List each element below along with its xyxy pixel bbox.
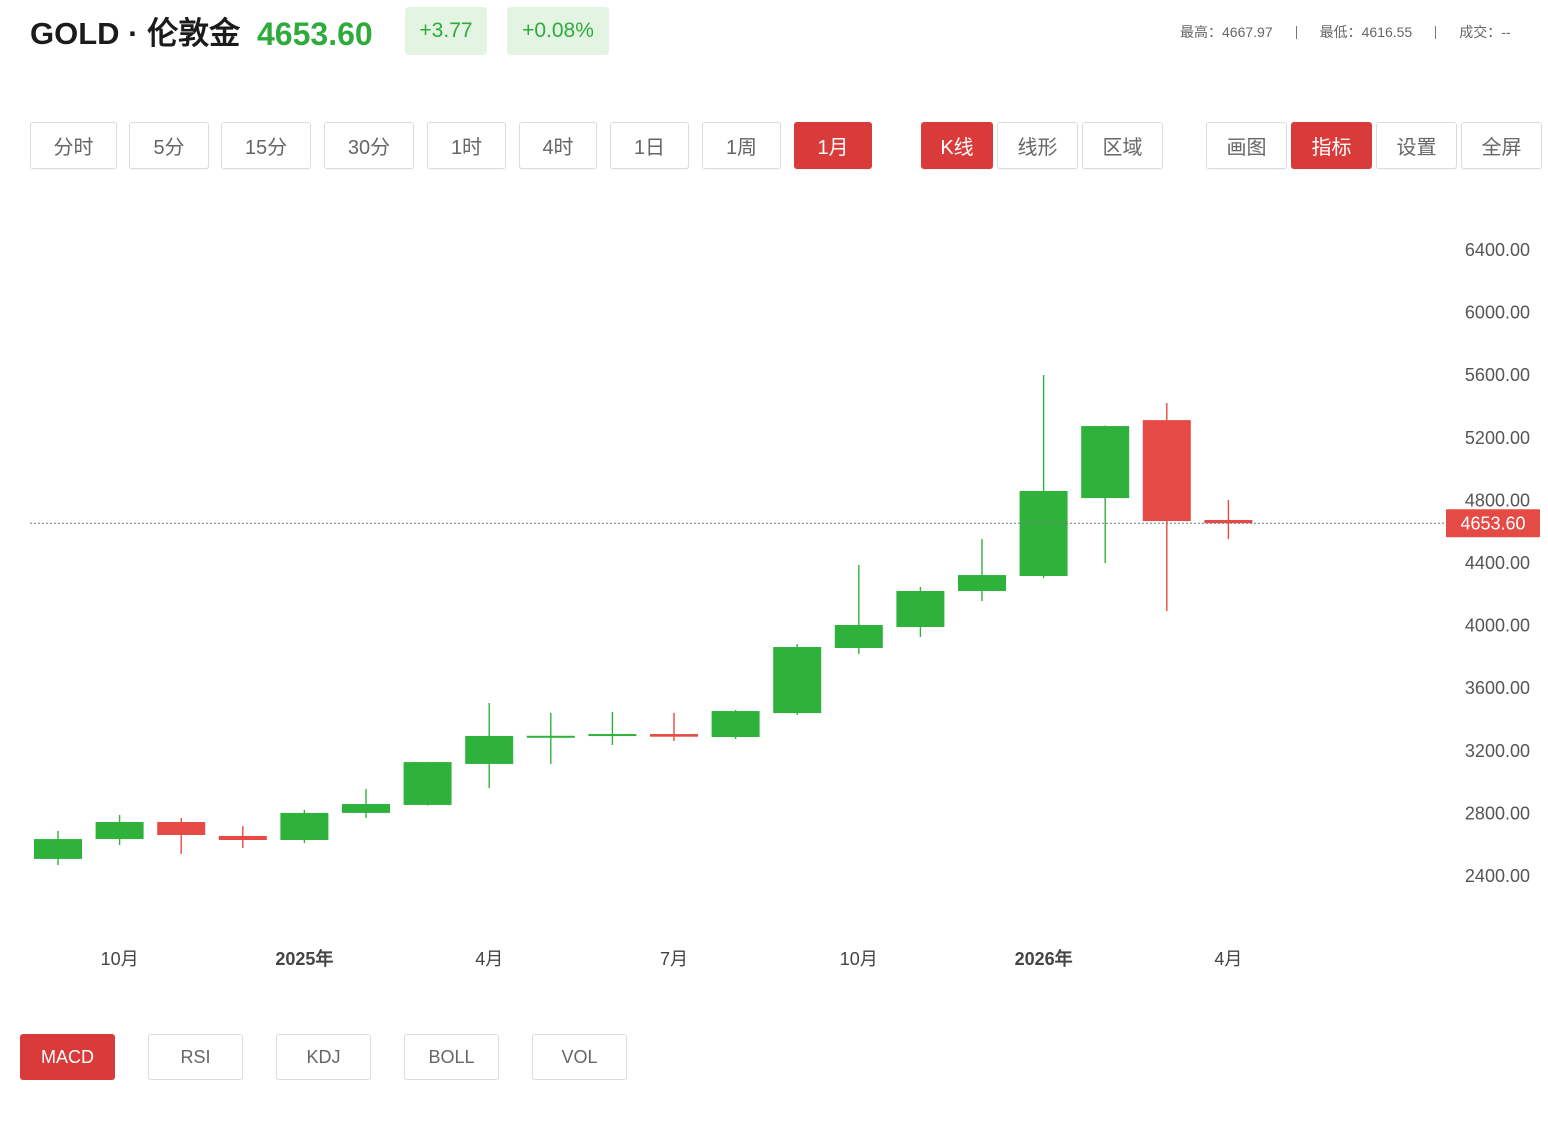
candle-body <box>1019 491 1068 576</box>
period-button-4h[interactable]: 4时 <box>519 122 597 169</box>
stat-volume-value: -- <box>1501 24 1511 40</box>
stat-low-label: 最低： <box>1319 24 1362 40</box>
stat-high-value: 4667.97 <box>1222 24 1273 40</box>
settings-button[interactable]: 设置 <box>1376 122 1457 169</box>
candle-body <box>526 735 575 738</box>
candle-body <box>218 835 267 841</box>
stat-volume-label: 成交： <box>1459 24 1502 40</box>
stat-volume: 成交：-- <box>1459 22 1510 42</box>
chart-type-area-button[interactable]: 区域 <box>1082 122 1163 169</box>
chart-type-line-button[interactable]: 线形 <box>997 122 1078 169</box>
period-button-timeshare[interactable]: 分时 <box>30 122 117 169</box>
price-stats: 最高：4667.97 最低：4616.55 成交：-- <box>1180 22 1511 42</box>
candle-body <box>896 591 945 628</box>
period-button-1w[interactable]: 1周 <box>702 122 781 169</box>
period-button-1d[interactable]: 1日 <box>610 122 689 169</box>
candle-body <box>773 647 822 714</box>
change-percent-badge: +0.08% <box>507 7 609 55</box>
current-price-label: 4653.60 <box>1460 513 1525 533</box>
candle-body <box>711 711 760 738</box>
candle-body <box>157 822 206 835</box>
period-button-1mo[interactable]: 1月 <box>794 122 872 169</box>
stat-high: 最高：4667.97 <box>1180 22 1273 42</box>
candle-body <box>1142 420 1191 522</box>
period-button-5m[interactable]: 5分 <box>129 122 209 169</box>
x-tick-label: 10月 <box>840 949 878 969</box>
instrument-title: GOLD · 伦敦金 <box>30 16 241 51</box>
y-tick-label: 6000.00 <box>1465 303 1530 323</box>
candle-body <box>834 624 883 648</box>
fullscreen-button[interactable]: 全屏 <box>1461 122 1542 169</box>
stat-divider <box>1295 25 1297 39</box>
candle-body <box>34 839 82 859</box>
indicator-tab-boll[interactable]: BOLL <box>404 1034 499 1080</box>
indicator-tab-macd[interactable]: MACD <box>20 1034 115 1080</box>
candle-body <box>403 762 452 805</box>
change-badge: +3.77 <box>405 7 487 55</box>
candle-body <box>465 735 514 764</box>
period-button-15m[interactable]: 15分 <box>221 122 311 169</box>
indicator-tab-rsi[interactable]: RSI <box>148 1034 243 1080</box>
indicator-tab-vol[interactable]: VOL <box>532 1034 627 1080</box>
candle-body <box>342 804 390 813</box>
y-tick-label: 5200.00 <box>1465 428 1530 448</box>
x-tick-label: 10月 <box>101 949 139 969</box>
indicators-button[interactable]: 指标 <box>1291 122 1372 169</box>
candle-body <box>650 734 698 737</box>
candle-body <box>1081 426 1130 499</box>
y-tick-label: 3600.00 <box>1465 678 1530 698</box>
y-tick-label: 4000.00 <box>1465 616 1530 636</box>
period-button-1h[interactable]: 1时 <box>427 122 506 169</box>
chart-canvas: 6400.00 6000.00 5600.00 5200.00 4800.00 4400.… <box>30 240 1540 969</box>
x-tick-label: 4月 <box>1214 949 1242 969</box>
x-tick-label: 4月 <box>475 949 503 969</box>
draw-button[interactable]: 画图 <box>1206 122 1287 169</box>
last-price: 4653.60 <box>257 16 373 52</box>
indicator-tab-kdj[interactable]: KDJ <box>276 1034 371 1080</box>
candle-body <box>95 822 144 840</box>
candle-body <box>958 575 1006 592</box>
candle-body <box>588 734 637 737</box>
stat-low: 最低：4616.55 <box>1320 22 1413 42</box>
y-tick-label: 2400.00 <box>1465 866 1530 886</box>
y-tick-label: 3200.00 <box>1465 741 1530 761</box>
x-tick-label: 2025年 <box>275 948 333 969</box>
y-tick-label: 4800.00 <box>1465 490 1530 510</box>
chart-type-candlestick-button[interactable]: K线 <box>921 122 993 169</box>
candlestick-chart: 6400.00 6000.00 5600.00 5200.00 4800.00 4400.… <box>0 190 1548 1000</box>
candle-body <box>1204 519 1253 524</box>
candle-body <box>280 812 329 841</box>
x-tick-label: 7月 <box>660 949 688 969</box>
y-tick-label: 5600.00 <box>1465 365 1530 385</box>
y-tick-label: 4400.00 <box>1465 553 1530 573</box>
y-tick-label: 2800.00 <box>1465 803 1530 823</box>
stat-divider <box>1435 25 1437 39</box>
period-button-30m[interactable]: 30分 <box>324 122 414 169</box>
stat-high-label: 最高： <box>1180 24 1222 40</box>
y-tick-label: 6400.00 <box>1465 240 1530 260</box>
stat-low-value: 4616.55 <box>1361 24 1413 40</box>
x-tick-label: 2026年 <box>1015 948 1073 969</box>
